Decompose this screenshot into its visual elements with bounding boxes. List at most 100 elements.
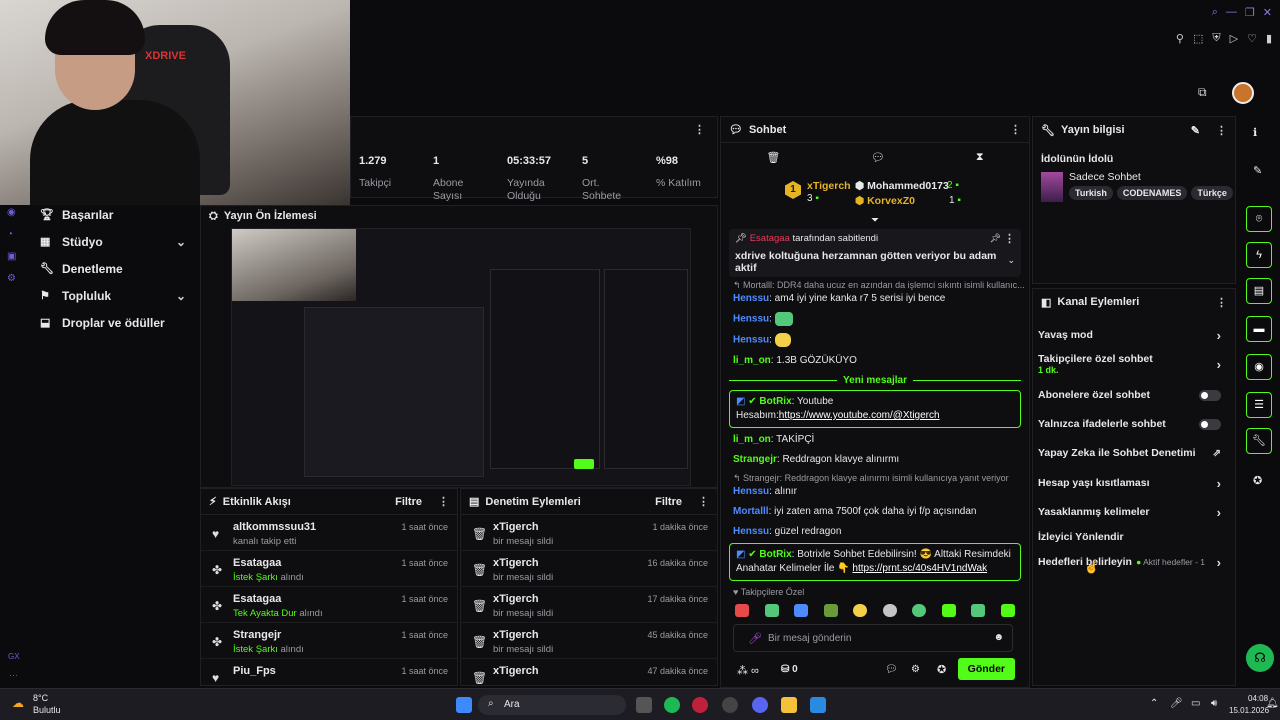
chat-message[interactable]: Henssu: [721,312,1029,326]
raid-viewers[interactable]: İzleyici Yönlendir [1038,531,1227,543]
chat-message[interactable]: Mortalll: iyi zaten ama 7500f çok daha i… [721,505,1029,518]
leader-name[interactable]: xTigerch [807,180,851,192]
emote-icon[interactable] [1000,604,1015,617]
volume-icon[interactable]: 🔊︎ [1211,698,1217,709]
slow-mode[interactable]: Yavaş mod › [1038,328,1227,343]
collapse-icon[interactable]: ⏷ [721,215,1029,229]
tag[interactable]: CODENAMES [1116,186,1188,200]
minimize-icon[interactable]: — [1226,6,1237,19]
emote-icon[interactable] [735,604,749,617]
microphone-icon[interactable]: 🎤︎ [748,632,762,645]
document-button[interactable]: ▤ [1246,278,1272,304]
emote-only-toggle[interactable] [1199,418,1221,430]
more-icon[interactable]: ⋮ [694,123,705,136]
bot-icon[interactable]: ✪ [937,663,946,676]
chat-message[interactable]: li_m_on: TAKİPÇİ [721,433,1029,446]
send-button[interactable]: Gönder [957,658,1015,680]
followers-only-chat[interactable]: Takipçilere özel sohbet 1 dk. › [1038,353,1227,375]
tag[interactable]: Türkçe [1191,186,1233,200]
avatar[interactable] [1232,82,1254,104]
list-item[interactable]: 🗑︎ xTigerch bir mesajı sildi 17 dakika önce [461,587,717,623]
list-item[interactable]: ✤ Strangejr İstek Şarkı alındı 1 saat önce [201,623,457,659]
sidebar-item-moderation[interactable]: 🔧︎ Denetleme [0,255,200,282]
emote-icon[interactable] [882,604,897,617]
sidebar-item-community[interactable]: ⚑ Topluluk ⌄ [0,282,200,309]
info-icon[interactable]: ℹ [1253,126,1257,139]
more-icon[interactable]: ⋮ [1216,124,1227,137]
emote-icon[interactable] [764,604,779,617]
support-button[interactable]: ☊ [1246,644,1274,672]
subscribers-only-chat[interactable]: Abonelere özel sohbet [1038,389,1227,401]
list-item[interactable]: 🗑︎ xTigerch bir mesajı sildi 45 dakika önce [461,623,717,659]
edit-icon[interactable]: ✎ [1191,124,1200,137]
pinned-message[interactable]: 📌︎ Esatagaa tarafından sabitlendi xdrive… [729,229,1021,277]
youtube-link[interactable]: https://www.youtube.com/@Xtigerch [779,410,940,421]
chat-message[interactable]: Henssu: güzel redragon [721,525,1029,538]
notification-icon[interactable]: 🔔︎ [1266,698,1279,709]
pin-icon[interactable]: ⚲ [1176,32,1184,45]
more-icon[interactable]: ⋮ [698,495,709,508]
gear-icon[interactable]: ⚙ [911,664,920,675]
set-goals[interactable]: Hedefleri belirleyin ● Aktif hedefler - 1… [1038,555,1227,570]
task-view-icon[interactable] [636,697,652,713]
microphone-icon[interactable]: 🎤︎ [1170,698,1183,709]
account-age-restriction[interactable]: Hesap yaşı kısıtlaması › [1038,476,1227,491]
list-item[interactable]: ✤ Esatagaa Tek Ayakta Dur alındı 1 saat önc… [201,587,457,623]
start-icon[interactable] [456,697,472,713]
more-icon[interactable]: ⋮ [438,495,449,508]
folder-icon[interactable] [781,697,797,713]
list-item[interactable]: ♥ altkommssuu31 kanalı takip etti 1 saat ön… [201,515,457,551]
heart-icon[interactable]: ♡ [1247,32,1257,45]
more-icon[interactable]: ⋮ [1216,296,1227,309]
emote-icon[interactable] [794,604,809,617]
trash-icon[interactable]: 🗑︎ [766,151,780,164]
broadcast-button[interactable]: ◉ [1246,354,1272,380]
shield-icon[interactable]: ⛨ [1212,32,1220,45]
list-item[interactable]: ✤ Esatagaa İstek Şarkı alındı 1 saat önce [201,551,457,587]
lightning-button[interactable]: ϟ [1246,242,1272,268]
ai-moderation[interactable]: Yapay Zeka ile Sohbet Denetimi ⇗ [1038,447,1227,459]
clip-icon[interactable]: ⧉ [1198,85,1207,100]
banned-words[interactable]: Yasaklanmış kelimeler › [1038,505,1227,520]
list-item[interactable]: 🗑︎ xTigerch bir mesajı sildi 16 dakika önce [461,551,717,587]
chat-message[interactable]: Henssu: alınır [721,485,1029,498]
sidebar-item-studio[interactable]: ▦ Stüdyo ⌄ [0,228,200,255]
camera-button[interactable]: ⌾ [1246,206,1272,232]
category-name[interactable]: Sadece Sohbet [1069,171,1141,183]
list-item[interactable]: ♥ Piu_Fps 1 saat önce [201,659,457,685]
sidebar-item-achievements[interactable]: 🏆︎ Başarılar [0,201,200,228]
subscribers-toggle[interactable] [1199,389,1221,401]
discord-icon[interactable] [752,697,768,713]
sidebar-item-drops[interactable]: ⬓ Droplar ve ödüller [0,309,200,336]
preview-video[interactable] [231,228,691,486]
tray-chevron-icon[interactable]: ⌃ [1150,698,1158,709]
emote-icon[interactable] [971,604,986,617]
moderation-filter-button[interactable]: Filtre [655,496,682,508]
chat-message[interactable]: Strangejr: Reddragon klavye alınırmı [721,453,1029,466]
hourglass-icon[interactable]: ⧗ [976,151,984,164]
more-icon[interactable]: ⋮ [1004,232,1015,245]
screenshot-icon[interactable]: ⬚ [1193,32,1203,45]
spotify-icon[interactable] [664,697,680,713]
category-thumbnail[interactable] [1041,172,1063,202]
chat-bubble-icon[interactable]: 💬︎ [885,664,898,675]
emote-only-chat[interactable]: Yalnızca ifadelerle sohbet [1038,418,1227,430]
leader-name[interactable]: ⬢ KorvexZ0 [855,195,915,207]
unpin-icon[interactable]: 📌︎ [990,233,1001,244]
app-icon[interactable] [810,697,826,713]
chat-input[interactable]: 🎤︎ Bir mesaj gönderin ☻ [733,624,1013,652]
wrench-button[interactable]: 🔧︎ [1246,428,1272,454]
tag[interactable]: Turkish [1069,186,1113,200]
leader-name[interactable]: ⬢ Mohammed0173 [855,180,949,192]
screenshot-link[interactable]: https://prnt.sc/40s4HV1ndWak [852,563,987,574]
nav-more-icon[interactable]: ··· [9,670,18,680]
edit-icon[interactable]: ✎ [1253,164,1262,177]
users-icon[interactable]: ⁂ ∞ [737,664,759,677]
chat-bubble-icon[interactable]: 💬︎ [871,151,885,164]
chat-message[interactable]: Henssu: am4 iyi yine kanka r7 5 serisi i… [721,292,1029,305]
opera-gx-icon[interactable] [692,697,708,713]
emote-icon[interactable] [853,604,868,617]
steam-icon[interactable] [722,697,738,713]
search-icon[interactable]: ⌕ [1212,6,1218,19]
maximize-icon[interactable]: ❐ [1245,6,1255,19]
